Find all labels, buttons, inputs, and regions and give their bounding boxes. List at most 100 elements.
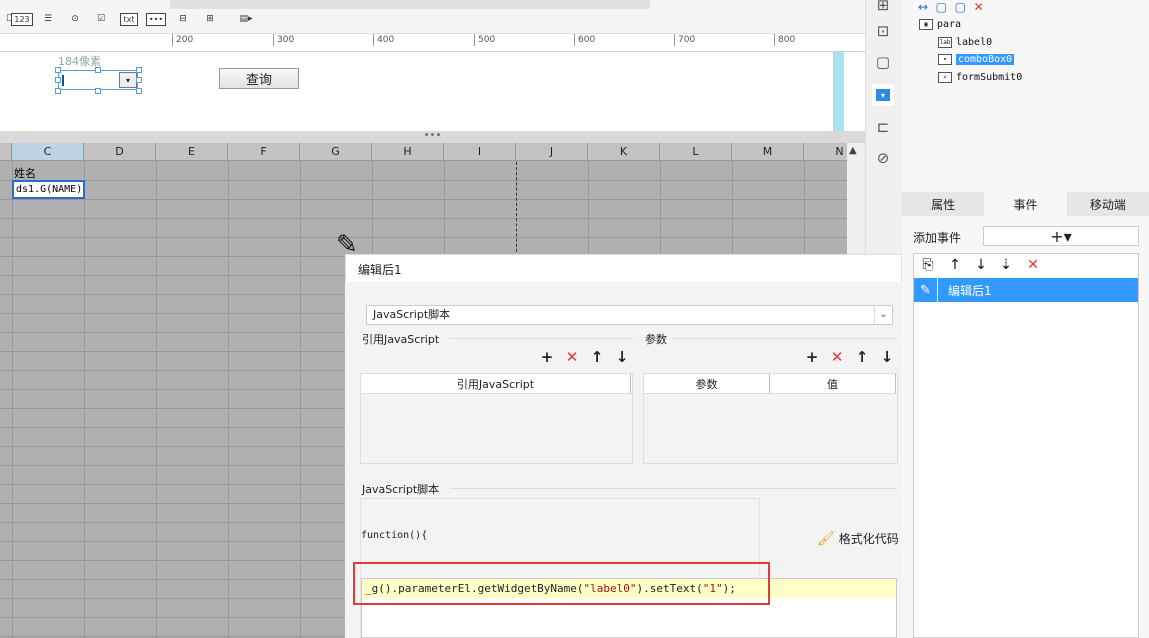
tab-mobile[interactable]: 移动端 xyxy=(1067,192,1149,216)
ruler-mark: 600 xyxy=(574,34,595,46)
event-item[interactable]: ✎ 编辑后1 xyxy=(914,278,1138,302)
link-icon[interactable]: ⊘ xyxy=(872,147,894,169)
resize-handle[interactable] xyxy=(55,77,61,83)
toolbar-combo-icon[interactable]: ⊟ xyxy=(173,9,193,29)
tree-node-formsubmit0[interactable]: ⌕ formSubmit0 xyxy=(938,72,1022,83)
params-group-label: 参数 xyxy=(645,333,667,346)
toolbar-radio-icon[interactable]: ⊙ xyxy=(65,9,85,29)
combobox-widget[interactable]: ▾ xyxy=(58,70,138,90)
add-param-icon[interactable]: + xyxy=(804,348,820,366)
function-header: function(){ xyxy=(361,530,428,541)
move-down-ref-js-icon[interactable]: ↓ xyxy=(614,348,630,366)
grid-line xyxy=(84,161,85,638)
resize-handle[interactable] xyxy=(55,67,61,73)
parameter-pane[interactable] xyxy=(0,52,865,131)
move-up-ref-js-icon[interactable]: ↑ xyxy=(589,348,605,366)
layout-icon[interactable]: ⊞ xyxy=(872,0,894,14)
label-widget-icon: lab xyxy=(938,37,952,48)
add-event-label: 添加事件 xyxy=(913,231,962,245)
tree-node-combobox0[interactable]: ▾ comboBox0 xyxy=(938,54,1015,65)
toolbar-more-icon[interactable]: ▤▸ xyxy=(236,9,256,29)
ruler: 200 300 400 500 600 700 800 900 xyxy=(0,34,865,52)
column-header[interactable]: H xyxy=(372,143,444,161)
param-column-header[interactable]: 参数 xyxy=(644,374,770,393)
column-header[interactable]: M xyxy=(732,143,804,161)
delete-param-icon[interactable]: ✕ xyxy=(829,348,845,366)
move-up-icon[interactable]: ↑ xyxy=(947,257,963,273)
ruler-mark: 300 xyxy=(273,34,294,46)
row-header-corner[interactable] xyxy=(0,143,12,161)
format-code-button[interactable]: 🖌 格式化代码 xyxy=(817,530,899,547)
column-header[interactable]: C xyxy=(12,143,84,161)
resize-handle[interactable] xyxy=(136,77,142,83)
ref-js-table-header: 引用JavaScript xyxy=(361,374,632,394)
chevron-down-icon[interactable]: ⌄ xyxy=(874,306,892,324)
column-header[interactable]: G xyxy=(300,143,372,161)
widget-info-icon[interactable]: ⊡ xyxy=(872,20,894,42)
group-divider xyxy=(450,338,633,339)
toolbar-tree-icon[interactable]: ⊞ xyxy=(200,9,220,29)
highlight-annotation xyxy=(353,562,770,605)
move-bottom-icon[interactable]: ⇣ xyxy=(998,257,1014,273)
copy-icon[interactable]: ⎘ xyxy=(920,257,936,273)
toolbar-text-icon[interactable]: txt xyxy=(119,9,139,29)
column-header[interactable]: D xyxy=(84,143,156,161)
params-table[interactable]: 参数 值 xyxy=(643,373,898,464)
tab-events[interactable]: 事件 xyxy=(984,192,1067,216)
cell-c1[interactable]: 姓名 xyxy=(14,165,36,181)
tree-node-para[interactable]: ▣ para xyxy=(919,19,961,30)
grid-line xyxy=(0,199,847,200)
resize-handle[interactable] xyxy=(95,88,101,94)
combobox-tool-icon[interactable]: ▾ xyxy=(872,84,894,106)
js-group-label: JavaScript脚本 xyxy=(362,483,440,496)
ruler-mark: 400 xyxy=(373,34,394,46)
column-header[interactable]: K xyxy=(588,143,660,161)
property-tabs: 属性 事件 移动端 xyxy=(902,192,1149,216)
cell-c2-selected[interactable]: ds1.G(NAME) xyxy=(12,180,85,199)
column-header[interactable]: I xyxy=(444,143,516,161)
delete-icon[interactable]: ✕ xyxy=(1025,257,1041,273)
tree-node-label0[interactable]: lab label0 xyxy=(938,37,992,48)
ref-js-column-header[interactable]: 引用JavaScript xyxy=(361,374,631,393)
chevron-down-icon[interactable]: ▾ xyxy=(119,72,137,88)
add-ref-js-icon[interactable]: + xyxy=(539,348,555,366)
parameter-pane-edge[interactable] xyxy=(833,52,844,131)
delete-ref-js-icon[interactable]: ✕ xyxy=(564,348,580,366)
ref-js-group-label: 引用JavaScript xyxy=(362,333,440,346)
column-header[interactable]: N xyxy=(804,143,847,161)
query-button[interactable]: 查询 xyxy=(219,68,299,89)
toolbar-password-icon[interactable]: ••• xyxy=(145,9,167,29)
pencil-icon: ✎ xyxy=(914,278,938,302)
crop-icon[interactable]: ▢ xyxy=(872,51,894,73)
tree-toolbar-icons[interactable]: ↔ ▢ ▢ ✕ xyxy=(918,0,984,14)
toolbar-textarea-icon[interactable]: ☰ xyxy=(38,9,58,29)
group-divider xyxy=(450,488,897,489)
resize-handle[interactable] xyxy=(136,88,142,94)
search-widget-icon: ⌕ xyxy=(938,72,952,83)
toolbar-checkbox-icon[interactable]: ☑ xyxy=(91,9,111,29)
split-handle[interactable]: ••• xyxy=(0,131,865,143)
ref-js-table[interactable]: 引用JavaScript xyxy=(360,373,633,464)
script-type-select[interactable]: JavaScript脚本 ⌄ xyxy=(366,305,893,325)
column-header[interactable]: J xyxy=(516,143,588,161)
resize-handle[interactable] xyxy=(95,67,101,73)
resize-handle[interactable] xyxy=(136,67,142,73)
add-event-button[interactable]: +▾ xyxy=(983,226,1139,246)
column-header[interactable]: L xyxy=(660,143,732,161)
resize-handle[interactable] xyxy=(55,88,61,94)
move-down-param-icon[interactable]: ↓ xyxy=(879,348,895,366)
group-divider xyxy=(672,338,897,339)
move-up-param-icon[interactable]: ↑ xyxy=(854,348,870,366)
column-header[interactable]: F xyxy=(228,143,300,161)
scroll-up-icon[interactable]: ▲ xyxy=(849,145,861,157)
brush-icon: 🖌 xyxy=(817,530,835,547)
value-column-header[interactable]: 值 xyxy=(770,374,896,393)
ruler-tool-icon[interactable]: ⊏ xyxy=(872,116,894,138)
page-break-line xyxy=(516,162,517,257)
move-down-icon[interactable]: ↓ xyxy=(973,257,989,273)
event-list xyxy=(913,253,1139,638)
tab-properties[interactable]: 属性 xyxy=(902,192,984,216)
combobox-widget-icon: ▾ xyxy=(938,54,952,65)
toolbar-number-icon[interactable]: 123 xyxy=(11,9,33,29)
column-header[interactable]: E xyxy=(156,143,228,161)
